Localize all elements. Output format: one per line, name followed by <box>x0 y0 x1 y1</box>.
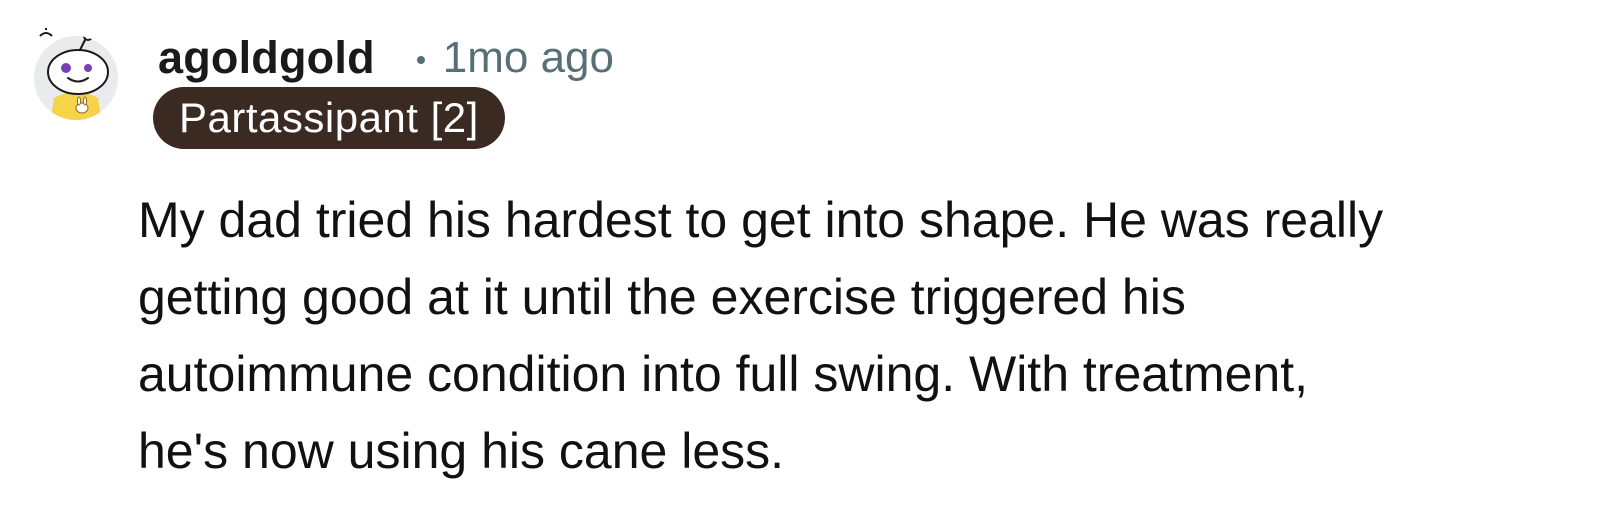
username-link[interactable]: agoldgold <box>158 32 375 84</box>
comment-line: My dad tried his hardest to get into sha… <box>138 192 1384 248</box>
comment-line: autoimmune condition into full swing. Wi… <box>138 346 1308 402</box>
comment-body: My dad tried his hardest to get into sha… <box>138 182 1608 490</box>
avatar[interactable] <box>30 28 122 124</box>
user-flair-badge: Partassipant [2] <box>153 87 505 149</box>
comment-line: getting good at it until the exercise tr… <box>138 269 1186 325</box>
comment-line: he's now using his cane less. <box>138 423 785 479</box>
snoo-avatar-icon <box>34 28 118 120</box>
comment: agoldgold 1mo ago Partassipant [2] My da… <box>0 0 1616 526</box>
timestamp-link[interactable]: 1mo ago <box>443 33 614 83</box>
separator-dot <box>416 56 425 64</box>
comment-header: agoldgold 1mo ago <box>158 30 614 86</box>
